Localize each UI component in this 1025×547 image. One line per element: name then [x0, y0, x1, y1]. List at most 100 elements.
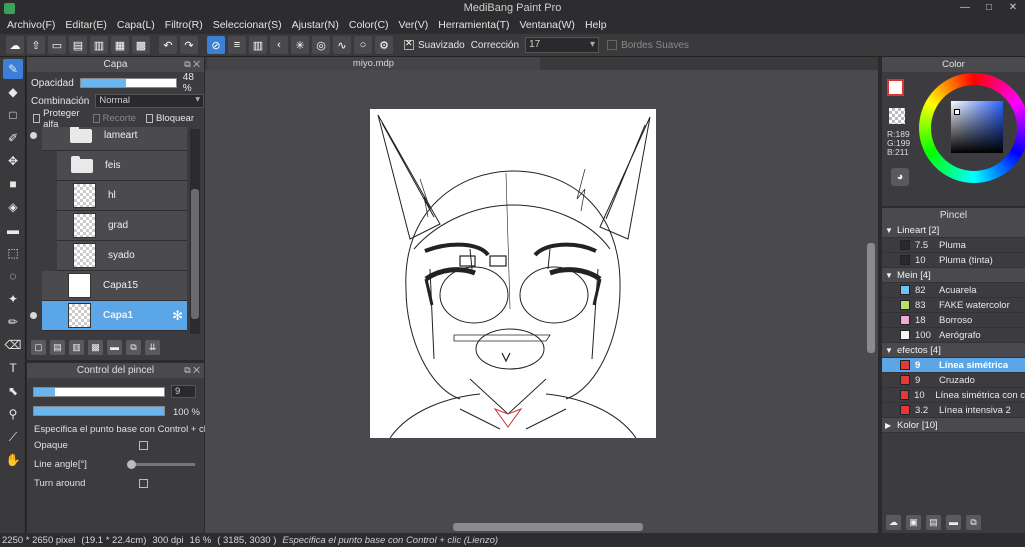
chat-icon[interactable]: ▭ [48, 36, 66, 54]
circle-snap-icon[interactable]: ○ [354, 36, 372, 54]
menu-color[interactable]: Color(C) [344, 17, 394, 34]
opaque-checkbox[interactable] [139, 441, 148, 450]
menu-herramienta[interactable]: Herramienta(T) [433, 17, 514, 34]
brush-group-mein[interactable]: ▼ Mein [4] [882, 268, 1025, 283]
comment-icon[interactable]: ▤ [69, 36, 87, 54]
layers-icon[interactable]: ▦ [111, 36, 129, 54]
brush-group-lineart[interactable]: ▼ Lineart [2] [882, 223, 1025, 238]
menu-help[interactable]: Help [580, 17, 612, 34]
layer-row-grad[interactable]: grad [57, 211, 187, 241]
merge-layer-icon[interactable]: ⇊ [145, 339, 160, 355]
lasso-tool-icon[interactable]: ◌ [3, 266, 23, 286]
brush-copy-icon[interactable]: ⧉ [966, 514, 981, 530]
cloud-icon[interactable]: ☁ [6, 36, 24, 54]
grid-icon[interactable]: ▩ [132, 36, 150, 54]
canvas-area[interactable]: miyo.mdp [205, 57, 878, 533]
eraser-tool-icon[interactable]: ◆ [3, 82, 23, 102]
transparent-color-swatch[interactable] [889, 108, 905, 124]
canvas-vertical-scrollbar[interactable] [865, 73, 877, 517]
layer-row-hl[interactable]: hl [57, 181, 187, 211]
blend-mode-select[interactable]: Normal [95, 94, 204, 108]
select-tool-icon[interactable]: ⬚ [3, 243, 23, 263]
radial-snap-icon[interactable]: ✳ [291, 36, 309, 54]
cross-snap-icon[interactable]: ▥ [249, 36, 267, 54]
clipping-checkbox[interactable] [92, 114, 100, 123]
opacity-slider[interactable] [79, 78, 177, 88]
menu-ventana[interactable]: Ventana(W) [514, 17, 579, 34]
new-folder-icon[interactable]: ▬ [107, 339, 122, 355]
document-icon[interactable]: ▥ [90, 36, 108, 54]
layer-list-scrollbar[interactable] [190, 129, 200, 334]
expand-arrow-icon[interactable]: ▼ [885, 226, 897, 235]
brush-item[interactable]: 10 Pluma (tinta) [882, 253, 1025, 268]
turn-around-checkbox[interactable] [139, 479, 148, 488]
canvas-horizontal-scrollbar[interactable] [205, 521, 865, 533]
brush-item[interactable]: 83 FAKE watercolor [882, 298, 1025, 313]
panel-popout-icon[interactable]: ⧉ ✕ [184, 57, 200, 72]
add-brush-icon[interactable]: ▣ [906, 514, 921, 530]
concentric-snap-icon[interactable]: ◎ [312, 36, 330, 54]
new-layer-icon[interactable]: ▢ [31, 339, 46, 355]
visibility-eye-icon[interactable] [30, 132, 37, 139]
brush-settings-icon[interactable]: ▤ [926, 514, 941, 530]
snap-settings-icon[interactable]: ⚙ [375, 36, 393, 54]
menu-capa[interactable]: Capa(L) [112, 17, 160, 34]
cloud-brush-icon[interactable]: ☁ [886, 514, 901, 530]
brush-item[interactable]: 100 Aerógrafo [882, 328, 1025, 343]
move-tool-icon[interactable]: ✥ [3, 151, 23, 171]
close-button[interactable]: ✕ [1001, 0, 1025, 17]
layer-row-syado[interactable]: syado [57, 241, 187, 271]
fill-rect-tool-icon[interactable]: ■ [3, 174, 23, 194]
menu-seleccionar[interactable]: Seleccionar(S) [208, 17, 287, 34]
line-angle-slider[interactable] [127, 460, 195, 469]
color-picker-cursor[interactable] [954, 109, 960, 115]
menu-archivo[interactable]: Archivo(F) [2, 17, 60, 34]
vanishing-point-icon[interactable]: ‹ [270, 36, 288, 54]
divide-tool-icon[interactable]: ⟋ [3, 427, 23, 447]
pen-tool-icon[interactable]: ✐ [3, 128, 23, 148]
layer-settings-gear-icon[interactable]: ✻ [172, 308, 183, 324]
panel-popout-icon[interactable]: ⧉ ✕ [184, 363, 200, 378]
canvas-paper[interactable] [370, 109, 656, 439]
lock-checkbox[interactable] [145, 114, 153, 123]
brush-item[interactable]: 3.2 Línea intensiva 2 [882, 403, 1025, 418]
collapse-arrow-icon[interactable]: ▶ [885, 421, 897, 430]
dot-tool-icon[interactable]: □ [3, 105, 23, 125]
palette-icon[interactable]: ◕ [891, 168, 909, 186]
layer-row-capa1[interactable]: Capa1 ✻ [30, 301, 187, 331]
brush-item-selected[interactable]: 9 Línea simétrica [882, 358, 1025, 373]
curve-snap-icon[interactable]: ∿ [333, 36, 351, 54]
expand-arrow-icon[interactable]: ▼ [885, 271, 897, 280]
bucket-tool-icon[interactable]: ◈ [3, 197, 23, 217]
operation-tool-icon[interactable]: ⬉ [3, 381, 23, 401]
brush-size-input[interactable]: 9 [171, 385, 196, 398]
new-halftone-layer-icon[interactable]: ▩ [88, 339, 103, 355]
new-8bit-layer-icon[interactable]: ▤ [50, 339, 65, 355]
maximize-button[interactable]: □ [977, 0, 1001, 17]
brush-item[interactable]: 18 Borroso [882, 313, 1025, 328]
brush-item[interactable]: 7.5 Pluma [882, 238, 1025, 253]
undo-icon[interactable]: ↶ [159, 36, 177, 54]
layer-row-feis[interactable]: feis [57, 151, 187, 181]
brush-opacity-slider[interactable] [33, 406, 165, 416]
brush-folder-icon[interactable]: ▬ [946, 514, 961, 530]
new-1bit-layer-icon[interactable]: ▥ [69, 339, 84, 355]
text-tool-icon[interactable]: T [3, 358, 23, 378]
foreground-color-swatch[interactable] [887, 79, 904, 96]
document-tab[interactable]: miyo.mdp [207, 57, 540, 70]
expand-arrow-icon[interactable]: ▼ [885, 346, 897, 355]
brush-group-efectos[interactable]: ▼ efectos [4] [882, 343, 1025, 358]
menu-filtro[interactable]: Filtro(R) [160, 17, 208, 34]
duplicate-layer-icon[interactable]: ⧉ [126, 339, 141, 355]
brush-group-kolor[interactable]: ▶ Kolor [10] [882, 418, 1025, 433]
visibility-eye-icon[interactable] [30, 312, 37, 319]
brush-size-slider[interactable] [33, 387, 165, 397]
smoothing-checkbox[interactable] [404, 38, 414, 50]
hand-tool-icon[interactable]: ✋ [3, 450, 23, 470]
upload-icon[interactable]: ⇧ [27, 36, 45, 54]
select-pen-tool-icon[interactable]: ✏ [3, 312, 23, 332]
brush-tool-icon[interactable]: ✎ [3, 59, 23, 79]
slider-knob[interactable] [127, 460, 136, 469]
redo-icon[interactable]: ↷ [180, 36, 198, 54]
layer-row-capa15[interactable]: Capa15 [42, 271, 187, 301]
